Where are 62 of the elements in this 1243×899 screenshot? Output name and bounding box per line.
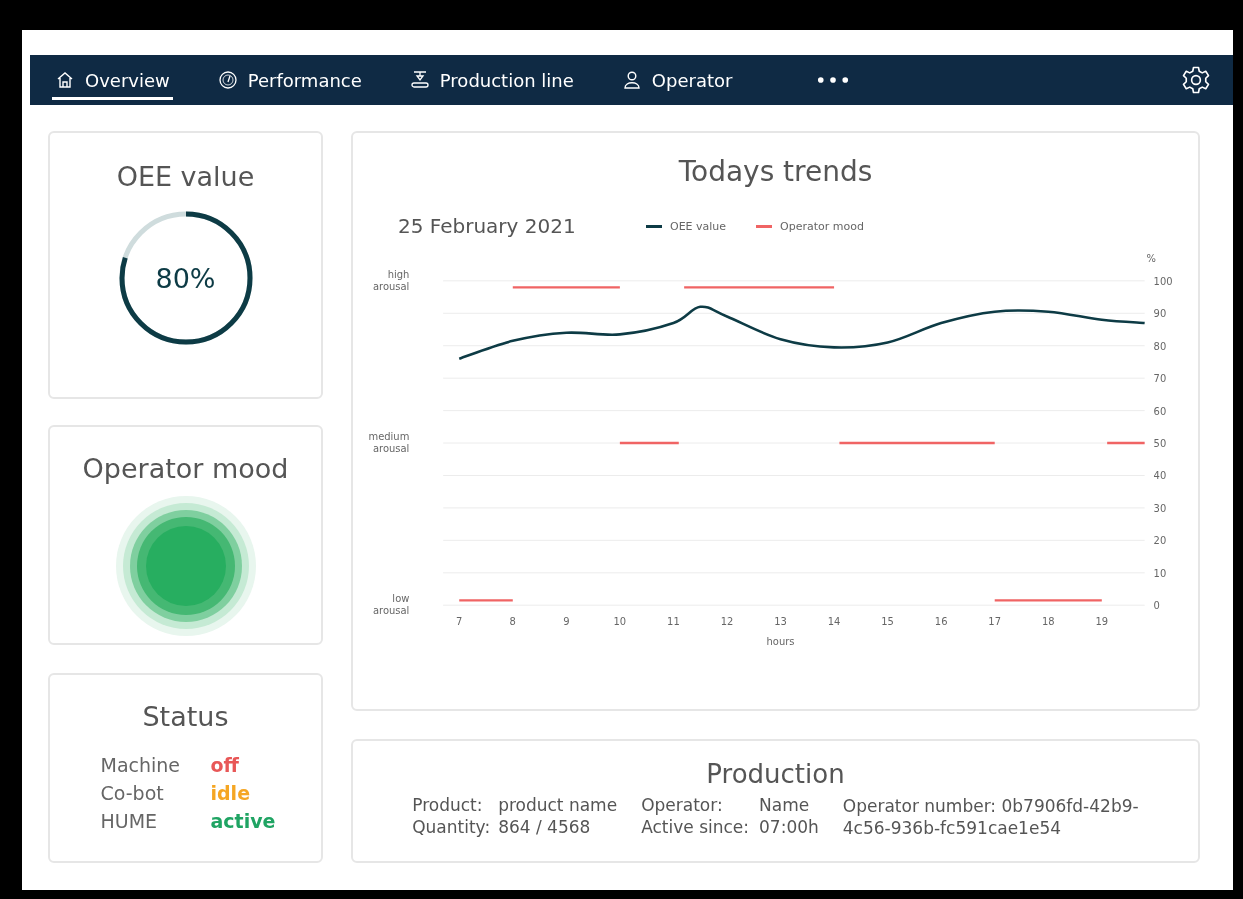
field-label: Quantity: — [412, 817, 491, 840]
operator-number: Operator number: 0b7906fd-42b9-4c56-936b-fc591cae1e54 — [842, 795, 1139, 840]
home-icon — [55, 70, 75, 90]
person-icon — [621, 70, 642, 90]
card-title: Production — [706, 759, 845, 789]
x-axis-label: hours — [766, 636, 795, 648]
y-axis-label: % — [1146, 252, 1157, 264]
x-tick-label: 17 — [988, 616, 1002, 628]
gauge-icon — [217, 70, 238, 90]
x-tick-label: 8 — [509, 616, 516, 628]
arousal-label: low arousal — [372, 593, 410, 617]
field-label: Product: — [412, 795, 484, 817]
x-tick-label: 15 — [881, 616, 894, 628]
more-icon[interactable] — [817, 76, 850, 84]
x-tick-label: 11 — [667, 616, 680, 628]
x-tick-label: 13 — [774, 616, 787, 628]
x-tick-label: 12 — [720, 616, 734, 628]
status-label: HUME — [100, 810, 159, 832]
chart-date: 25 February 2021 — [398, 214, 577, 238]
y-tick-label: 60 — [1153, 405, 1167, 417]
field-label: Operator: — [641, 795, 724, 817]
x-tick-label: 10 — [613, 616, 627, 628]
arousal-label: high arousal — [372, 268, 410, 292]
x-tick-label: 7 — [456, 616, 463, 628]
field-label: Active since: — [641, 817, 750, 840]
status-label: Co-bot — [100, 782, 165, 804]
x-tick-label: 16 — [934, 616, 948, 628]
legend-item: Operator mood — [756, 219, 864, 233]
x-tick-label: 19 — [1095, 616, 1109, 628]
card-title: Status — [142, 701, 229, 732]
x-tick-label: 9 — [563, 616, 570, 628]
x-tick-label: 18 — [1041, 616, 1055, 628]
nav-tab[interactable]: Operator — [618, 60, 736, 100]
settings-icon[interactable] — [1181, 65, 1211, 95]
nav-tab[interactable]: Production line — [406, 60, 577, 100]
conveyor-icon — [409, 70, 430, 90]
nav-tab[interactable]: Overview — [52, 60, 173, 100]
y-tick-label: 30 — [1153, 502, 1167, 514]
x-tick-label: 14 — [827, 616, 841, 628]
status-label: Machine — [100, 754, 182, 776]
y-tick-label: 80 — [1153, 340, 1167, 352]
field-value: Name — [759, 795, 811, 817]
y-tick-label: 20 — [1153, 535, 1167, 547]
field-value: product name — [498, 795, 618, 817]
arousal-label: medium arousal — [368, 431, 410, 454]
status-value: idle — [210, 782, 251, 804]
y-tick-label: 0 — [1153, 600, 1160, 612]
card-title: Operator mood — [82, 453, 289, 484]
y-tick-label: 40 — [1153, 470, 1167, 482]
y-tick-label: 10 — [1153, 567, 1167, 579]
field-value: 864 / 4568 — [498, 817, 592, 840]
oee-reading: 80% — [155, 262, 216, 294]
card-title: OEE value — [116, 161, 255, 192]
status-value: off — [210, 754, 240, 776]
card-title: Todays trends — [677, 155, 874, 188]
y-tick-label: 100 — [1153, 275, 1173, 287]
y-tick-label: 70 — [1153, 373, 1167, 385]
field-value: 07:00h — [759, 817, 819, 840]
y-tick-label: 90 — [1153, 308, 1167, 320]
y-tick-label: 50 — [1153, 438, 1167, 449]
legend-item: OEE value — [646, 219, 727, 233]
nav-tab[interactable]: Performance — [214, 60, 365, 100]
